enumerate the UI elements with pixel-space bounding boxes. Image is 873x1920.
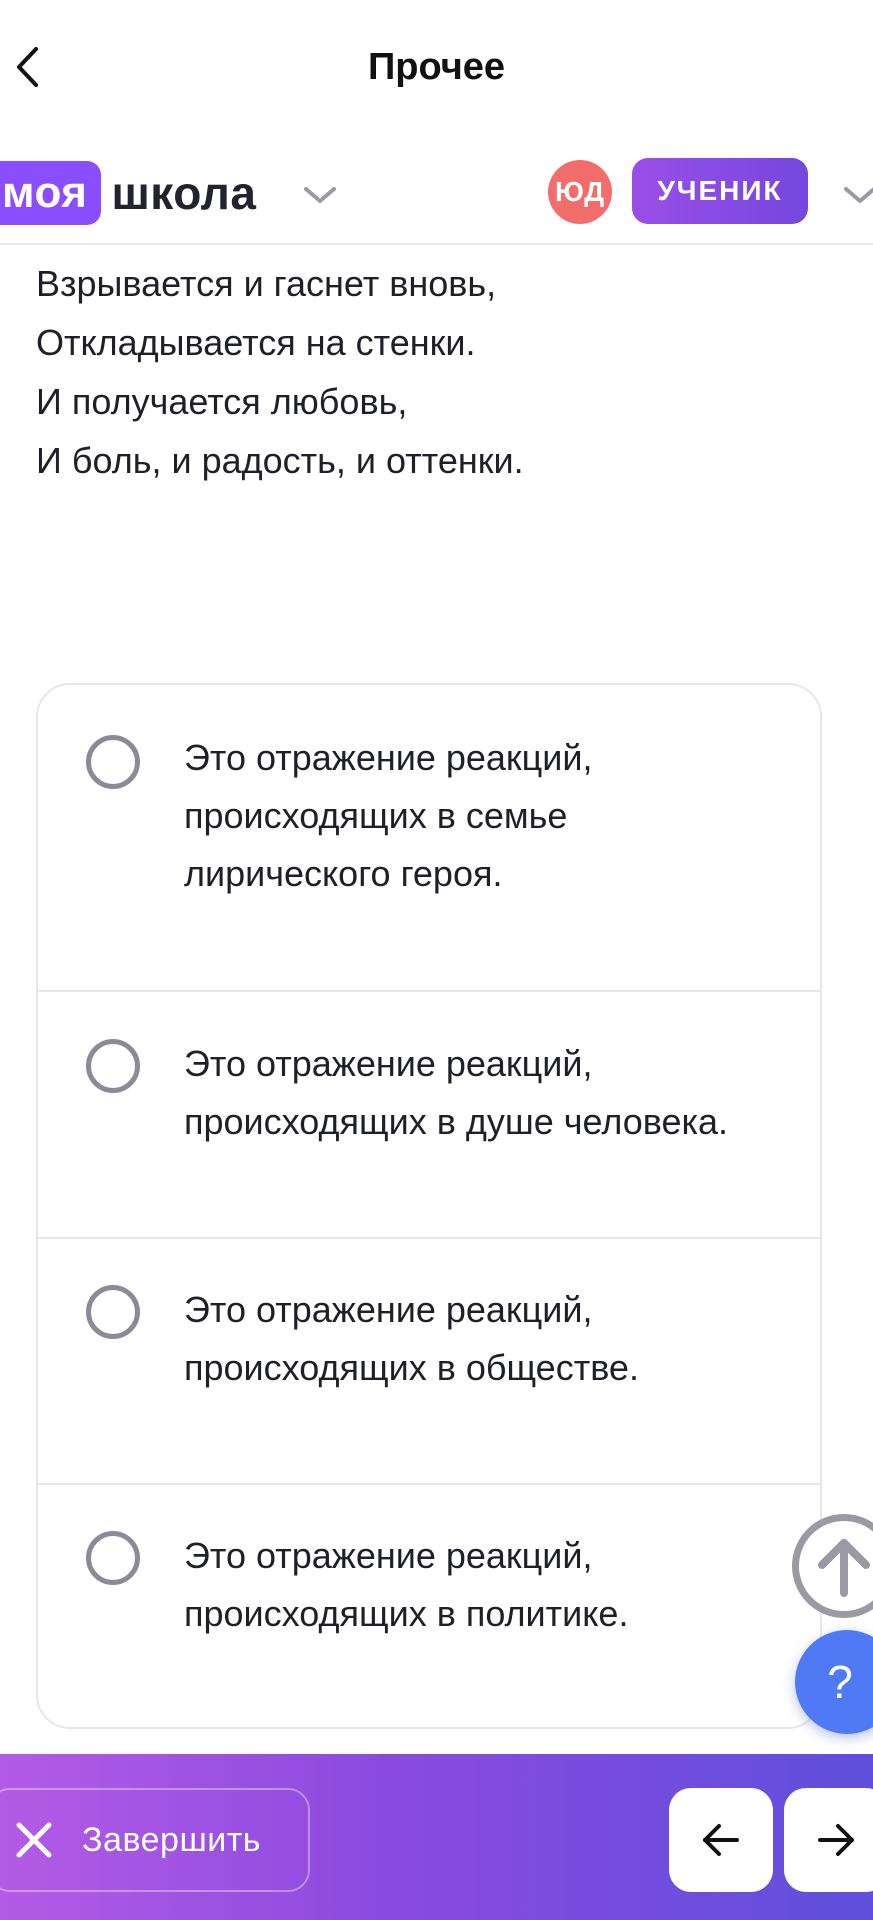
role-badge[interactable]: УЧЕНИК — [632, 158, 808, 224]
answer-option-1[interactable]: Это отражение реакций, происходящих в се… — [38, 685, 820, 990]
page-title: Прочее — [367, 46, 506, 88]
answer-option-line: Это отражение реакций, — [184, 1043, 593, 1084]
answer-option-text: Это отражение реакций, происходящих в об… — [184, 1281, 804, 1397]
answer-option-line: лирического героя. — [184, 853, 503, 894]
role-dropdown-button[interactable] — [836, 175, 873, 215]
previous-question-button[interactable] — [669, 1788, 773, 1892]
bottom-action-bar: Завершить — [0, 1754, 873, 1920]
answer-option-text: Это отражение реакций, происходящих в ду… — [184, 1035, 804, 1151]
arrow-right-icon — [818, 1824, 854, 1856]
answer-option-2[interactable]: Это отражение реакций, происходящих в ду… — [38, 992, 820, 1237]
poem-line: Взрывается и гаснет вновь, — [36, 263, 497, 304]
poem-line: И боль, и радость, и оттенки. — [36, 440, 524, 481]
answer-option-line: Это отражение реакций, — [184, 1535, 593, 1576]
finish-button-label: Завершить — [82, 1820, 261, 1859]
finish-button[interactable]: Завершить — [0, 1788, 310, 1892]
logo-part-shkola: школа — [111, 167, 257, 219]
radio-button[interactable] — [86, 1039, 140, 1093]
logo-part-moya: моя — [0, 161, 102, 225]
top-navigation-bar: Прочее — [0, 0, 873, 135]
answer-options: Это отражение реакций, происходящих в се… — [36, 683, 822, 1729]
next-question-button[interactable] — [784, 1788, 873, 1892]
logo-dropdown-button[interactable] — [296, 175, 344, 215]
app-header: моя школа ЮД УЧЕНИК — [0, 135, 873, 245]
question-icon: ? — [827, 1656, 853, 1708]
logo[interactable]: моя школа — [0, 160, 256, 226]
avatar[interactable]: ЮД — [548, 160, 612, 224]
chevron-down-icon — [844, 187, 873, 203]
close-icon — [12, 1818, 56, 1862]
poem-line: И получается любовь, — [36, 381, 408, 422]
answer-option-line: происходящих в душе человека. — [184, 1101, 729, 1142]
radio-button[interactable] — [86, 1531, 140, 1585]
answer-option-3[interactable]: Это отражение реакций, происходящих в об… — [38, 1239, 820, 1483]
arrow-up-icon — [818, 1539, 870, 1597]
answer-option-line: Это отражение реакций, — [184, 1289, 593, 1330]
answer-option-line: Это отражение реакций, — [184, 737, 593, 778]
chevron-down-icon — [304, 187, 336, 203]
answer-option-4[interactable]: Это отражение реакций, происходящих в по… — [38, 1485, 820, 1727]
answer-option-text: Это отражение реакций, происходящих в по… — [184, 1527, 804, 1643]
radio-button[interactable] — [86, 1285, 140, 1339]
answer-option-line: происходящих в семье — [184, 795, 568, 836]
arrow-left-icon — [703, 1824, 739, 1856]
poem-line: Откладывается на стенки. — [36, 322, 476, 363]
answer-option-text: Это отражение реакций, происходящих в се… — [184, 729, 804, 903]
poem-text: Взрывается и гаснет вновь, Откладывается… — [36, 254, 836, 490]
radio-button[interactable] — [86, 735, 140, 789]
answer-option-line: происходящих в обществе. — [184, 1347, 639, 1388]
answer-option-line: происходящих в политике. — [184, 1593, 629, 1634]
